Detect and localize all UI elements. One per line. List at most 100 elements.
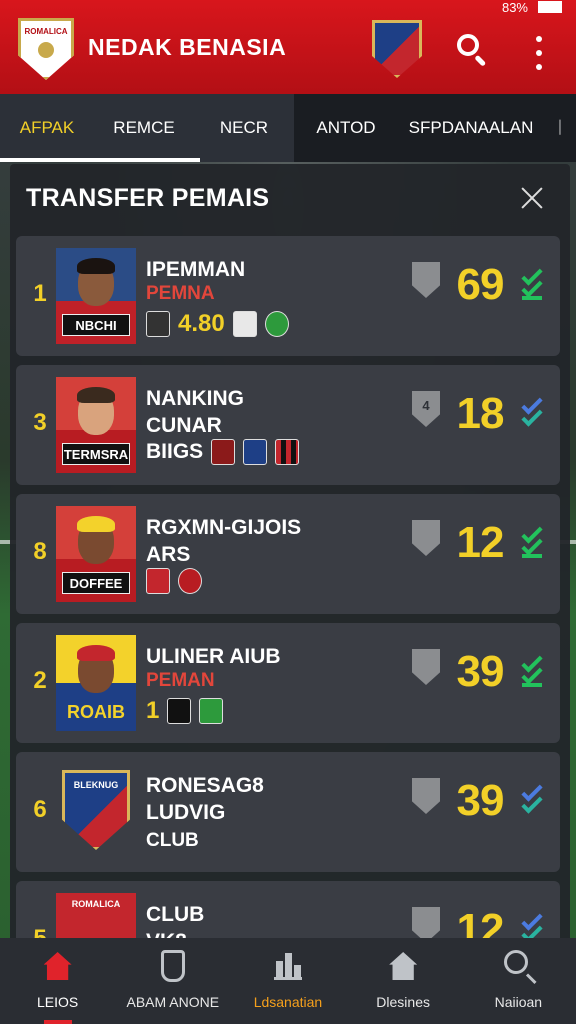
player-rating: 39	[456, 647, 505, 696]
tab-sfpdanaalan[interactable]: SFPDANAALAN	[398, 94, 544, 162]
rank-number: 3	[33, 409, 47, 436]
player-name: NANKING CUNAR	[146, 387, 244, 437]
trend-up-icon	[520, 780, 544, 816]
player-rating: 69	[456, 260, 505, 309]
player-name: RONESAG8 LUDVIG	[146, 774, 264, 824]
battery-icon	[538, 1, 562, 13]
shield-icon	[412, 778, 440, 814]
rank-number: 6	[33, 796, 47, 823]
club-badge-icon	[178, 568, 202, 594]
tab-overflow[interactable]: ᛁ	[544, 94, 576, 162]
bottom-navigation: LEIOS ABAM ANONE Ldsanatian Dlesines Nai…	[0, 938, 576, 1024]
player-value: 4.80	[178, 310, 225, 337]
player-meta-text: BIIGS	[146, 440, 204, 463]
list-item[interactable]: 6 BLEKNUG RONESAG8 LUDVIG CLUB 39	[16, 752, 560, 872]
player-rating: 39	[456, 776, 505, 825]
nav-label: LEIOS	[36, 994, 79, 1010]
nav-item-naiioan[interactable]: Naiioan	[461, 938, 576, 1024]
player-meta: 4.80	[146, 310, 289, 338]
nav-item-abam-anone[interactable]: ABAM ANONE	[115, 938, 230, 1024]
home-icon	[40, 948, 76, 984]
club-badge-icon	[243, 439, 268, 465]
player-value: 1	[146, 697, 160, 724]
search-icon	[500, 948, 536, 984]
tab-antod[interactable]: ANTOD	[294, 94, 398, 162]
club-crest: BLEKNUG	[56, 764, 136, 860]
nav-item-leios[interactable]: LEIOS	[0, 938, 115, 1024]
player-name: RGXMN-GIJOIS ARS	[146, 516, 302, 566]
player-tag: TERMSRA	[62, 443, 130, 465]
rank-number: 8	[33, 538, 47, 565]
active-indicator	[44, 1020, 72, 1024]
crest-text: BLEKNUG	[73, 780, 119, 790]
club-badge-icon	[146, 568, 170, 594]
tab-afpak[interactable]: AFPAK	[0, 94, 94, 162]
player-rating: 18	[456, 389, 505, 438]
player-photo: NBCHI	[56, 248, 136, 344]
shield-icon: 4	[412, 391, 440, 427]
nav-label: Naiioan	[494, 994, 543, 1010]
trend-up-icon	[520, 264, 544, 300]
club-badge-icon	[199, 698, 224, 724]
list-item[interactable]: 3 TERMSRA NANKING CUNAR BIIGS 4 18	[16, 365, 560, 485]
player-position: PEMNA	[146, 283, 215, 304]
player-position: PEMAN	[146, 670, 215, 691]
status-bar: 83%	[0, 0, 576, 15]
club-badge-icon	[211, 439, 236, 465]
search-icon	[457, 34, 479, 56]
nav-label: Dlesines	[376, 994, 430, 1010]
app-logo: ROMALICA	[18, 18, 74, 80]
app-title: NEDAK BENASIA	[88, 33, 287, 60]
close-button[interactable]	[520, 186, 544, 210]
rank-number: 2	[33, 667, 47, 694]
trend-up-icon	[520, 393, 544, 429]
player-meta: BIIGS	[146, 439, 300, 465]
home-outline-icon	[385, 948, 421, 984]
player-photo: DOFFEE	[56, 506, 136, 602]
signal-text: 83%	[501, 0, 528, 15]
tab-indicator	[0, 158, 200, 162]
logo-ball-icon	[38, 42, 54, 58]
nav-item-dlesines[interactable]: Dlesines	[346, 938, 461, 1024]
player-mini-icon	[146, 311, 170, 337]
nav-item-ldsanatian[interactable]: Ldsanatian	[230, 938, 345, 1024]
list-item[interactable]: 2 ROAIB ULINER AIUB PEMAN 1 39	[16, 623, 560, 743]
tab-necr[interactable]: NECR	[194, 94, 294, 162]
more-options-button[interactable]	[532, 36, 546, 70]
player-name: ULINER AIUB	[146, 645, 281, 668]
transfer-panel: TRANSFER PEMAIS 1 NBCHI IPEMMAN PEMNA 4.…	[10, 164, 570, 1024]
club-badge-icon	[275, 439, 300, 465]
player-name: IPEMMAN	[146, 258, 246, 281]
rank-number: 1	[33, 280, 47, 307]
shield-icon	[412, 262, 440, 298]
trend-up-icon	[520, 651, 544, 687]
shield-icon	[412, 520, 440, 556]
badge-icon	[155, 948, 191, 984]
app-bar: ROMALICA NEDAK BENASIA	[0, 0, 576, 94]
trend-up-icon	[520, 522, 544, 558]
list-item[interactable]: 1 NBCHI IPEMMAN PEMNA 4.80 69	[16, 236, 560, 356]
tab-bar: AFPAK REMCE NECR ANTOD SFPDANAALAN ᛁ	[0, 94, 576, 162]
stats-icon	[270, 948, 306, 984]
nav-label: Ldsanatian	[253, 994, 323, 1010]
player-meta: 1	[146, 697, 224, 725]
club-badge-icon	[264, 311, 289, 337]
club-badge-icon	[167, 698, 192, 724]
tab-remce[interactable]: REMCE	[94, 94, 194, 162]
player-photo: TERMSRA	[56, 377, 136, 473]
player-tag: NBCHI	[62, 314, 130, 336]
list-item[interactable]: 8 DOFFEE RGXMN-GIJOIS ARS 12	[16, 494, 560, 614]
shield-icon	[412, 649, 440, 685]
club-badge-icon[interactable]	[372, 20, 422, 78]
nav-label: ABAM ANONE	[126, 994, 220, 1010]
player-tag: DOFFEE	[62, 572, 130, 594]
search-button[interactable]	[455, 32, 491, 68]
crest-text: ROMALICA	[71, 899, 121, 909]
player-photo: ROAIB	[56, 635, 136, 731]
player-club: CLUB	[146, 830, 199, 851]
club-badge-icon	[232, 311, 257, 337]
logo-text: ROMALICA	[24, 27, 68, 36]
player-tag: ROAIB	[67, 701, 125, 722]
player-rating: 12	[456, 518, 505, 567]
panel-title: TRANSFER PEMAIS	[26, 184, 270, 212]
